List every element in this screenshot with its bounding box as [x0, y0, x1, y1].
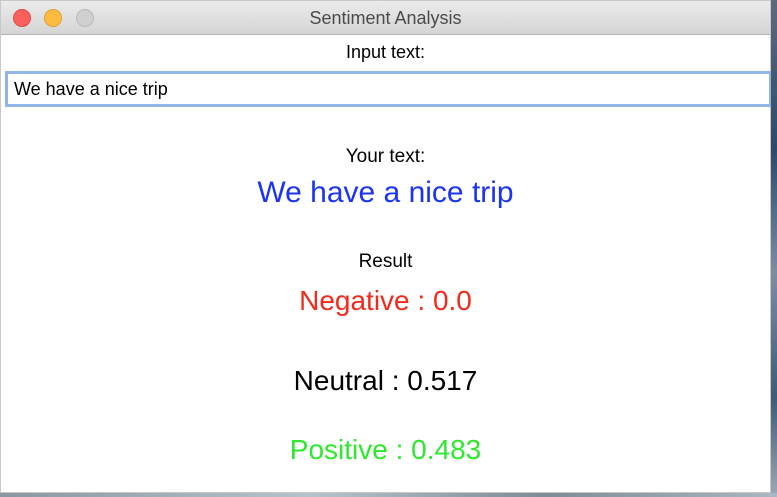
input-text-label: Input text:: [345, 42, 426, 62]
app-window: Sentiment Analysis Input text: Your text…: [0, 0, 772, 493]
neutral-score: Neutral : 0.517: [293, 365, 478, 396]
positive-score: Positive : 0.483: [289, 434, 482, 465]
title-bar[interactable]: Sentiment Analysis: [1, 1, 770, 35]
negative-score: Negative : 0.0: [299, 285, 472, 316]
desktop-background-bottom: [0, 493, 777, 497]
window-title: Sentiment Analysis: [309, 8, 462, 28]
input-text-field[interactable]: [5, 71, 772, 107]
your-text-label: Your text:: [345, 146, 426, 167]
desktop-background-edge: [771, 0, 777, 497]
result-label: Result: [358, 251, 413, 272]
your-text-value: We have a nice trip: [257, 176, 514, 209]
